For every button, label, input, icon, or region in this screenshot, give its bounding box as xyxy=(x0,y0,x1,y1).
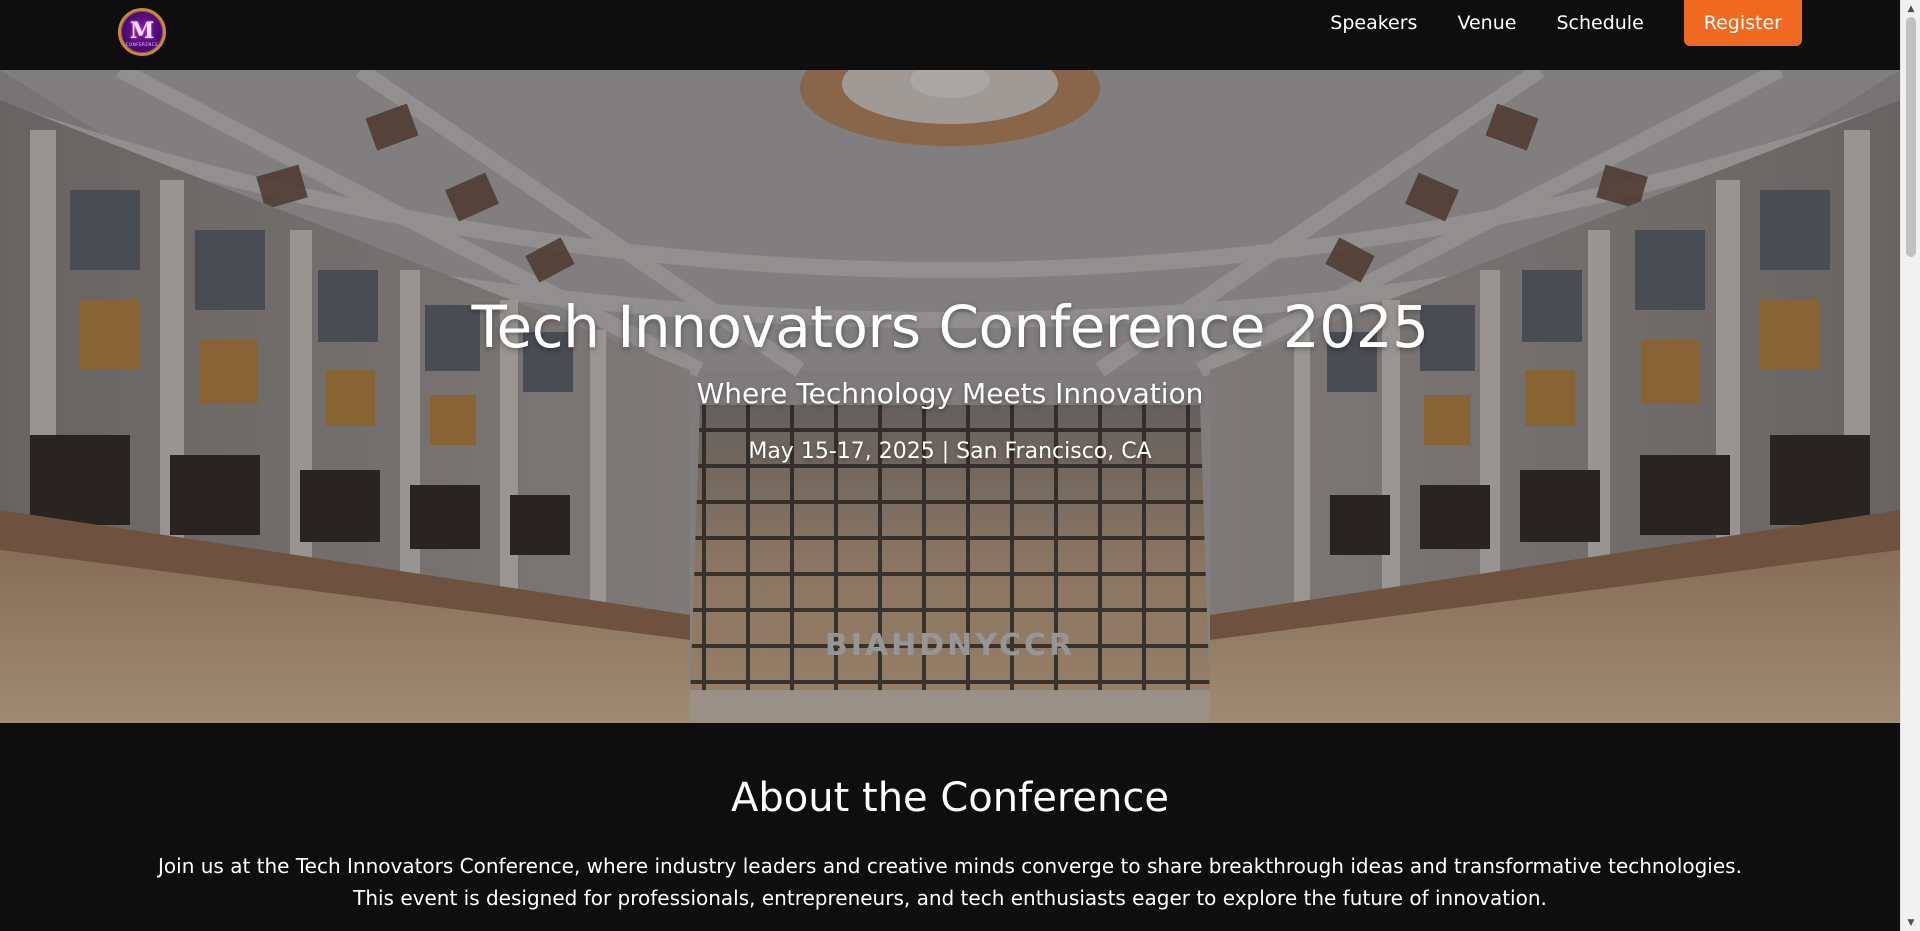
about-section: About the Conference Join us at the Tech… xyxy=(0,723,1900,931)
triangle-up-icon[interactable]: ▲ xyxy=(1901,0,1920,17)
nav-link-speakers[interactable]: Speakers xyxy=(1330,12,1417,34)
top-navbar: M CONFERENCE Speakers Venue Schedule Reg… xyxy=(0,0,1900,70)
page-scrollbar[interactable]: ▲ ▼ xyxy=(1900,0,1920,931)
hero-date-location: May 15-17, 2025 | San Francisco, CA xyxy=(748,439,1152,464)
logo-subtext: CONFERENCE xyxy=(125,41,159,47)
conference-logo[interactable]: M CONFERENCE xyxy=(118,8,166,56)
nav-link-venue[interactable]: Venue xyxy=(1457,12,1516,34)
register-button[interactable]: Register xyxy=(1683,0,1802,46)
hero-title: Tech Innovators Conference 2025 xyxy=(471,293,1429,361)
hero-subtitle: Where Technology Meets Innovation xyxy=(696,377,1204,410)
nav-menu: Speakers Venue Schedule Register xyxy=(1290,0,1802,46)
hero-content: Tech Innovators Conference 2025 Where Te… xyxy=(0,292,1900,466)
about-title: About the Conference xyxy=(731,775,1169,821)
nav-link-schedule[interactable]: Schedule xyxy=(1556,12,1643,34)
triangle-down-icon[interactable]: ▼ xyxy=(1901,914,1920,931)
about-description: Join us at the Tech Innovators Conferenc… xyxy=(158,854,1742,910)
hero-section: BIAHDNYCCR Tech Innovators Conference 20… xyxy=(0,70,1900,723)
logo-letter: M xyxy=(129,17,155,44)
scrollbar-thumb[interactable] xyxy=(1906,17,1916,257)
